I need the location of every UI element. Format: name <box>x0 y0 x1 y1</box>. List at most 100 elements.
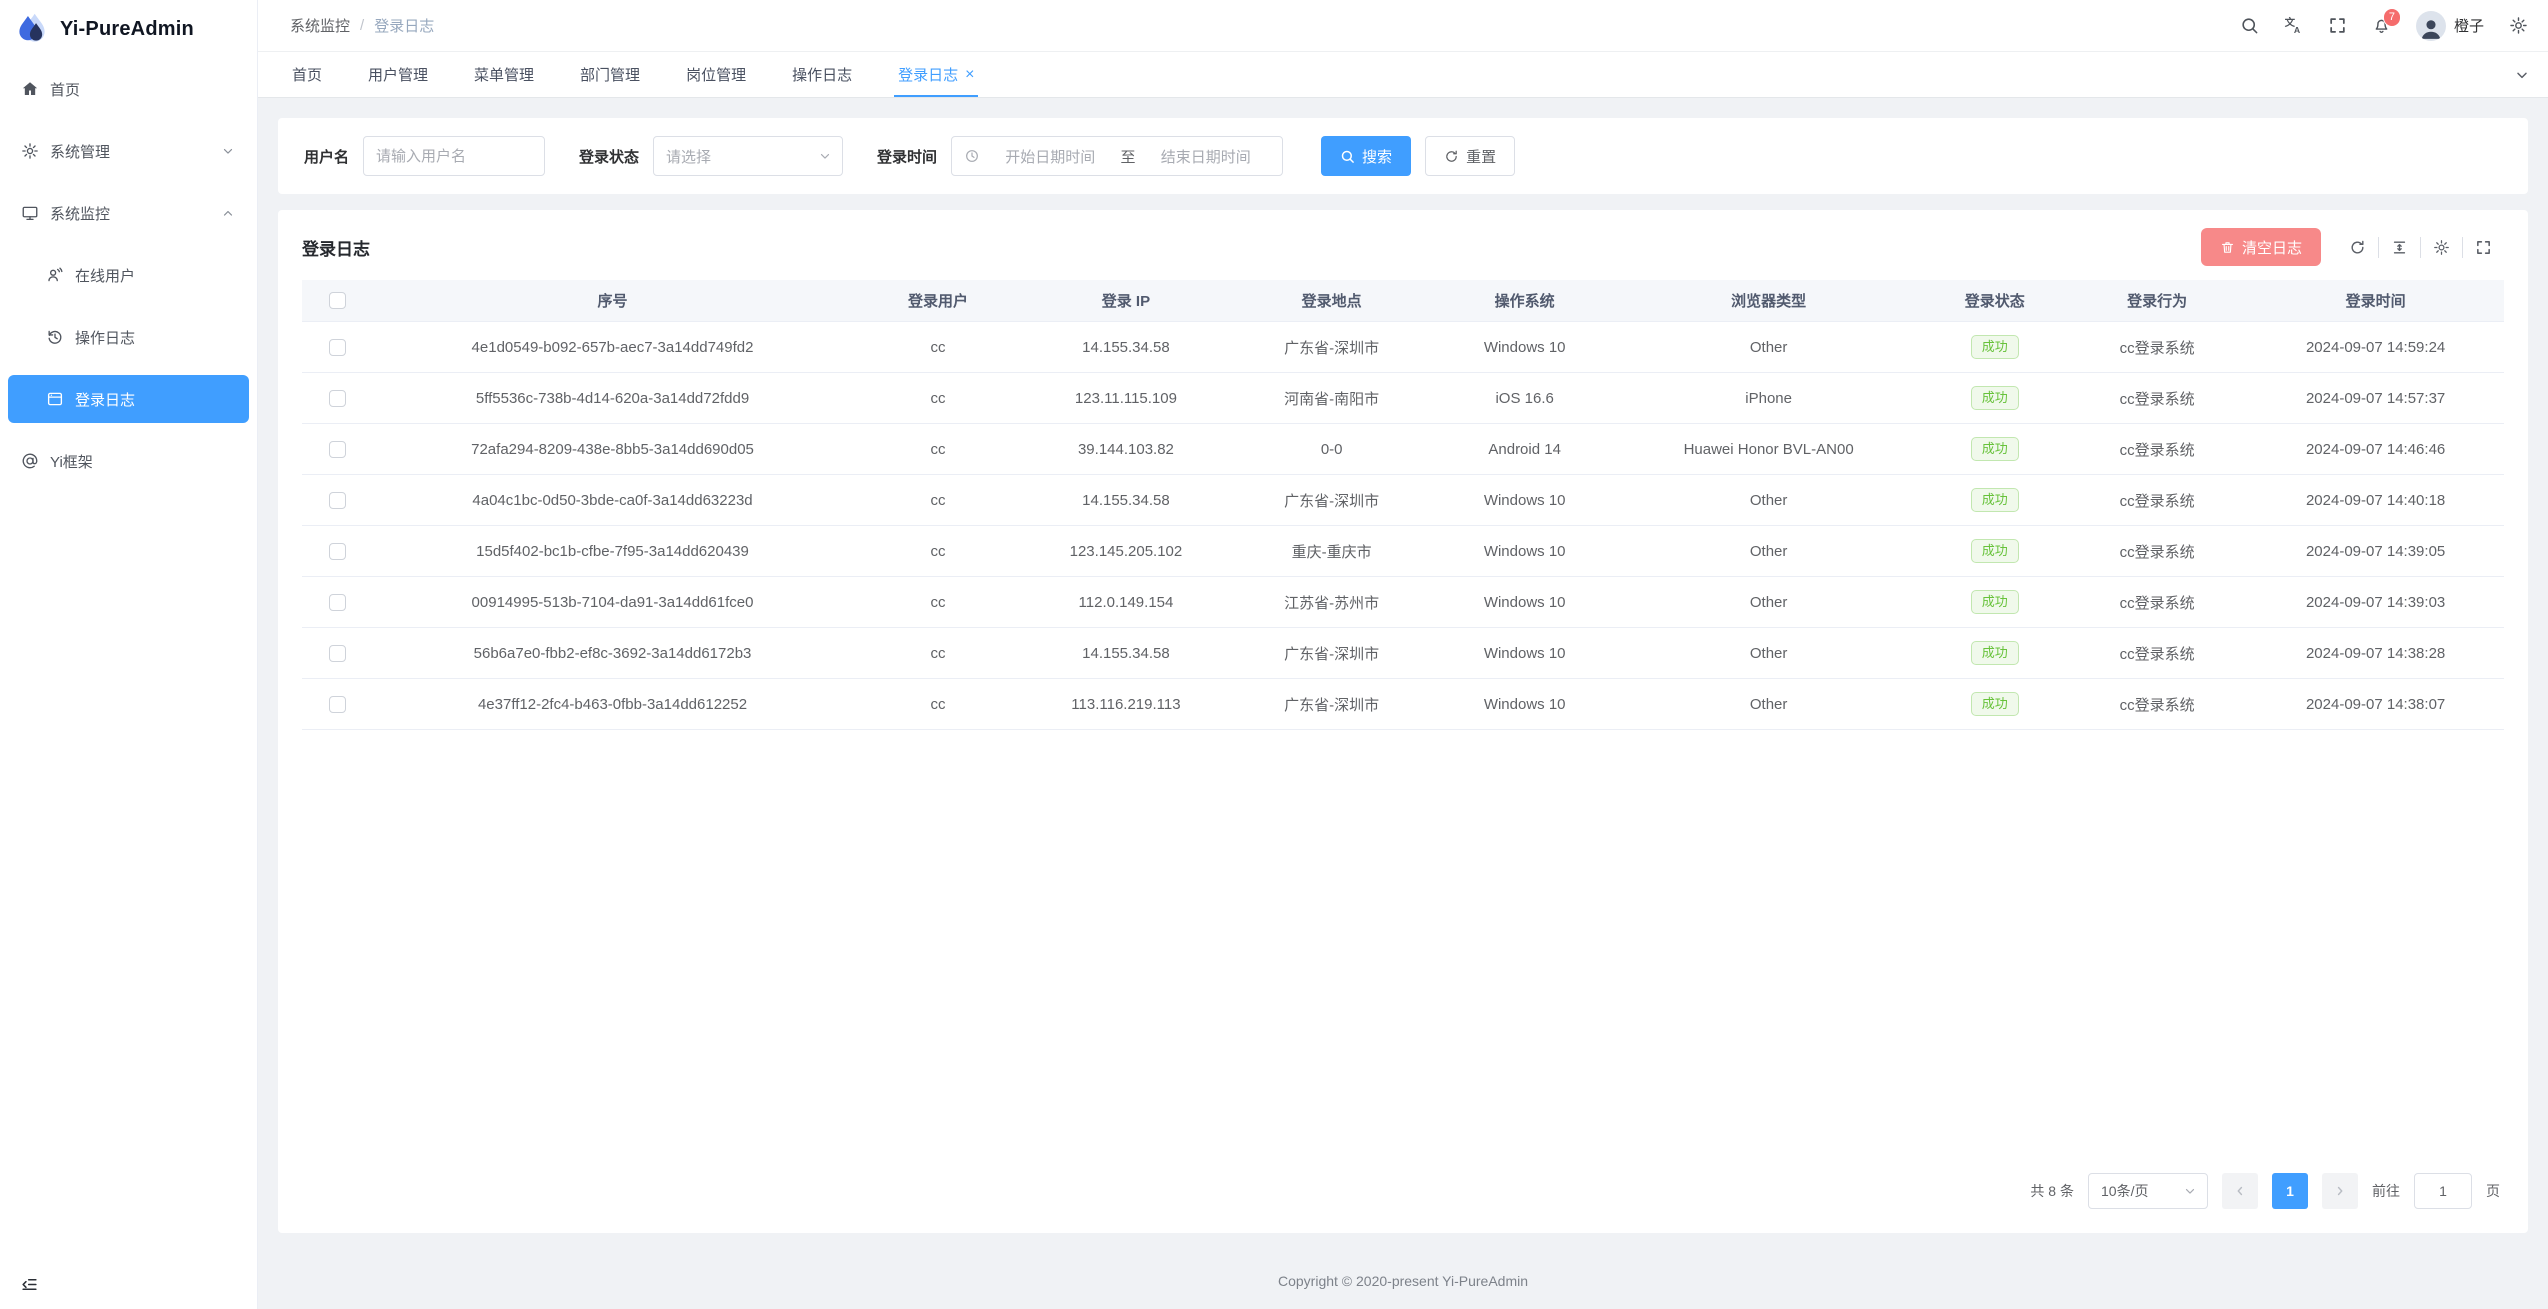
cell-os: Windows 10 <box>1435 645 1615 662</box>
table-row: 15d5f402-bc1b-cfbe-7f95-3a14dd620439cc12… <box>302 526 2504 577</box>
clear-logs-button[interactable]: 清空日志 <box>2201 228 2321 266</box>
gear-icon[interactable] <box>2509 16 2528 35</box>
column-header[interactable]: 浏览器类型 <box>1615 290 1923 311</box>
sidebar-item-yi-framework[interactable]: Yi框架 <box>8 437 249 485</box>
cell-location: 广东省-深圳市 <box>1229 643 1435 664</box>
page-size-value: 10条/页 <box>2101 1181 2148 1201</box>
row-checkbox[interactable] <box>329 645 346 662</box>
sidebar-item-system-monitor[interactable]: 系统监控 <box>8 189 249 237</box>
search-button[interactable]: 搜索 <box>1321 136 1411 176</box>
cell-user: cc <box>853 696 1023 713</box>
settings-icon[interactable] <box>2420 237 2462 258</box>
tab-menu-manage[interactable]: 菜单管理 <box>474 52 534 97</box>
sidebar-collapse-button[interactable] <box>0 1260 257 1309</box>
cell-status: 成功 <box>1922 692 2067 717</box>
tab-dept-manage[interactable]: 部门管理 <box>580 52 640 97</box>
username-input[interactable] <box>363 136 545 176</box>
table-row: 4a04c1bc-0d50-3bde-ca0f-3a14dd63223dcc14… <box>302 475 2504 526</box>
end-date-placeholder[interactable]: 结束日期时间 <box>1142 146 1271 167</box>
page-size-select[interactable]: 10条/页 <box>2088 1173 2208 1209</box>
column-header[interactable]: 登录时间 <box>2247 290 2504 311</box>
cell-browser: Other <box>1615 543 1923 560</box>
tab-login-logs[interactable]: 登录日志× <box>898 52 974 97</box>
tabs-dropdown-chevron-icon[interactable] <box>2514 67 2530 83</box>
prev-page-button[interactable] <box>2222 1173 2258 1209</box>
cell-id: 5ff5536c-738b-4d14-620a-3a14dd72fdd9 <box>372 390 853 407</box>
svg-text:A: A <box>2294 25 2301 35</box>
login-log-card: 登录日志 清空日志 <box>278 210 2528 1233</box>
search-form-card: 用户名 登录状态 请选择 登录时间 <box>278 118 2528 194</box>
cell-ip: 123.145.205.102 <box>1023 543 1229 560</box>
cell-status: 成功 <box>1922 386 2067 411</box>
login-time-range-picker[interactable]: 开始日期时间 至 结束日期时间 <box>951 136 1283 176</box>
density-icon[interactable] <box>2378 237 2420 258</box>
fullscreen-icon[interactable] <box>2328 16 2347 35</box>
cell-id: 00914995-513b-7104-da91-3a14dd61fce0 <box>372 594 853 611</box>
pagination: 共 8 条 10条/页 1 前往 <box>278 1155 2528 1233</box>
refresh-icon[interactable] <box>2337 237 2378 258</box>
status-badge: 成功 <box>1971 590 2019 615</box>
column-header[interactable]: 登录 IP <box>1023 290 1229 311</box>
gear-icon <box>21 142 39 160</box>
column-header[interactable]: 登录地点 <box>1229 290 1435 311</box>
sidebar-item-home[interactable]: 首页 <box>8 65 249 113</box>
cell-id: 4e1d0549-b092-657b-aec7-3a14dd749fd2 <box>372 339 853 356</box>
column-header[interactable]: 登录行为 <box>2067 290 2247 311</box>
user-menu[interactable]: 橙子 <box>2416 11 2484 41</box>
translate-icon[interactable]: 文A <box>2284 16 2303 35</box>
cell-location: 广东省-深圳市 <box>1229 490 1435 511</box>
breadcrumb-item[interactable]: 系统监控 <box>290 15 350 36</box>
logo[interactable]: Yi-PureAdmin <box>0 0 257 58</box>
column-header[interactable]: 序号 <box>372 290 853 311</box>
bell-icon[interactable]: 7 <box>2372 16 2391 35</box>
tab-post-manage[interactable]: 岗位管理 <box>686 52 746 97</box>
sidebar-item-login-logs[interactable]: 登录日志 <box>8 375 249 423</box>
cell-user: cc <box>853 390 1023 407</box>
sidebar: Yi-PureAdmin 首页系统管理系统监控在线用户操作日志登录日志 Yi框架 <box>0 0 258 1309</box>
tab-home[interactable]: 首页 <box>292 52 322 97</box>
select-all-checkbox[interactable] <box>329 292 346 309</box>
sidebar-item-operation-logs[interactable]: 操作日志 <box>8 313 249 361</box>
avatar <box>2416 11 2446 41</box>
sidebar-item-system-manage[interactable]: 系统管理 <box>8 127 249 175</box>
fullscreen-icon[interactable] <box>2462 237 2504 258</box>
cell-location: 重庆-重庆市 <box>1229 541 1435 562</box>
cell-user: cc <box>853 339 1023 356</box>
goto-page-input[interactable] <box>2414 1173 2472 1209</box>
row-checkbox[interactable] <box>329 390 346 407</box>
column-header[interactable]: 登录状态 <box>1922 290 2067 311</box>
row-checkbox[interactable] <box>329 696 346 713</box>
table-row: 56b6a7e0-fbb2-ef8c-3692-3a14dd6172b3cc14… <box>302 628 2504 679</box>
cell-ip: 39.144.103.82 <box>1023 441 1229 458</box>
cell-user: cc <box>853 543 1023 560</box>
cell-id: 72afa294-8209-438e-8bb5-3a14dd690d05 <box>372 441 853 458</box>
menu-fold-icon <box>20 1275 237 1294</box>
login-status-select[interactable]: 请选择 <box>653 136 843 176</box>
app-title: Yi-PureAdmin <box>60 18 194 41</box>
tab-close-icon[interactable]: × <box>965 67 974 83</box>
row-checkbox[interactable] <box>329 492 346 509</box>
sidebar-item-online-users[interactable]: 在线用户 <box>8 251 249 299</box>
row-checkbox[interactable] <box>329 441 346 458</box>
row-checkbox[interactable] <box>329 543 346 560</box>
next-page-button[interactable] <box>2322 1173 2358 1209</box>
page-number-button[interactable]: 1 <box>2272 1173 2308 1209</box>
cell-ip: 14.155.34.58 <box>1023 492 1229 509</box>
row-checkbox[interactable] <box>329 339 346 356</box>
column-header[interactable]: 登录用户 <box>853 290 1023 311</box>
tab-label: 首页 <box>292 64 322 85</box>
cell-status: 成功 <box>1922 437 2067 462</box>
row-checkbox[interactable] <box>329 594 346 611</box>
table-row: 00914995-513b-7104-da91-3a14dd61fce0cc11… <box>302 577 2504 628</box>
reset-button[interactable]: 重置 <box>1425 136 1515 176</box>
cell-time: 2024-09-07 14:40:18 <box>2247 492 2504 509</box>
search-icon[interactable] <box>2240 16 2259 35</box>
column-header[interactable]: 操作系统 <box>1435 290 1615 311</box>
status-badge: 成功 <box>1971 437 2019 462</box>
tab-label: 岗位管理 <box>686 64 746 85</box>
start-date-placeholder[interactable]: 开始日期时间 <box>986 146 1115 167</box>
sidebar-menu: 首页系统管理系统监控在线用户操作日志登录日志 Yi框架 <box>0 58 257 492</box>
tab-user-manage[interactable]: 用户管理 <box>368 52 428 97</box>
tab-operation-logs[interactable]: 操作日志 <box>792 52 852 97</box>
table-row: 5ff5536c-738b-4d14-620a-3a14dd72fdd9cc12… <box>302 373 2504 424</box>
